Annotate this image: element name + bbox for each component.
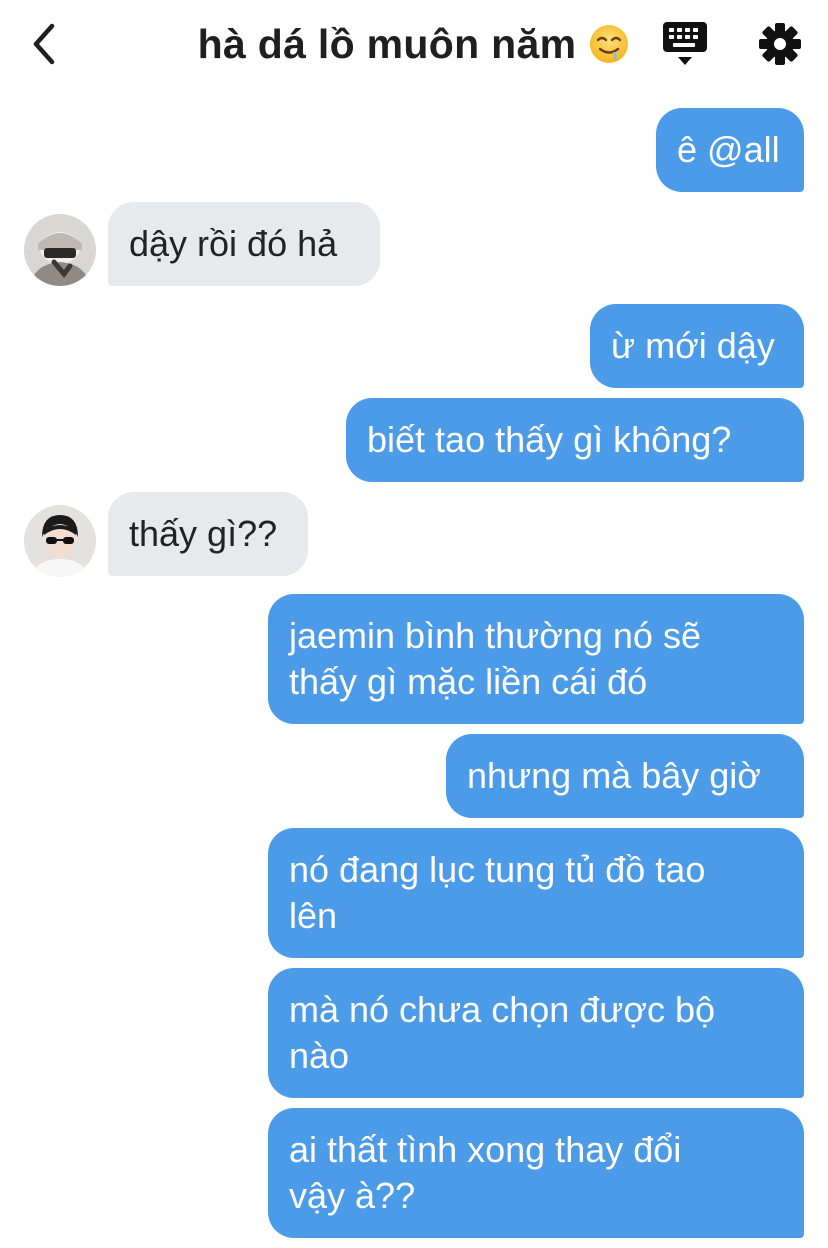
chat-header: hà dá lồ muôn năm [0,0,828,92]
incoming-message[interactable]: dậy rồi đó hả [108,202,380,286]
keyboard-icon [663,22,707,65]
outgoing-message[interactable]: nhưng mà bây giờ [446,734,804,818]
message-text: nhưng mà bây giờ [467,755,761,796]
settings-button[interactable] [756,20,804,68]
outgoing-message[interactable]: ừ mới dậy [590,304,804,388]
gear-icon [759,23,801,65]
avatar-user-2-image [24,505,96,577]
message-text: mà nó chưa chọn được bộ nào [289,989,716,1076]
chat-title-text: hà dá lồ muôn năm [197,20,577,67]
outgoing-message[interactable]: ai thất tình xong thay đổi vậy à?? [268,1108,804,1238]
outgoing-message[interactable]: biết tao thấy gì không? [346,398,804,482]
keyboard-toggle-button[interactable] [660,20,710,68]
avatar[interactable] [24,505,96,577]
message-text: nó đang lục tung tủ đồ tao lên [289,849,706,936]
message-text: jaemin bình thường nó sẽ thấy gì mặc liề… [289,615,701,702]
message-text: dậy rồi đó hả [129,223,338,264]
message-text: ai thất tình xong thay đổi vậy à?? [289,1129,682,1216]
outgoing-message[interactable]: nó đang lục tung tủ đồ tao lên [268,828,804,958]
outgoing-message[interactable]: jaemin bình thường nó sẽ thấy gì mặc liề… [268,594,804,724]
message-text: ừ mới dậy [611,325,775,366]
message-text: biết tao thấy gì không? [367,419,732,460]
avatar-user-1-image [24,214,96,286]
message-text: ê @all [677,129,780,170]
outgoing-message[interactable]: ê @all [656,108,804,192]
avatar[interactable] [24,214,96,286]
drooling-face-icon [588,23,630,65]
incoming-message[interactable]: thấy gì?? [108,492,308,576]
message-text: thấy gì?? [129,513,278,554]
outgoing-message[interactable]: mà nó chưa chọn được bộ nào [268,968,804,1098]
